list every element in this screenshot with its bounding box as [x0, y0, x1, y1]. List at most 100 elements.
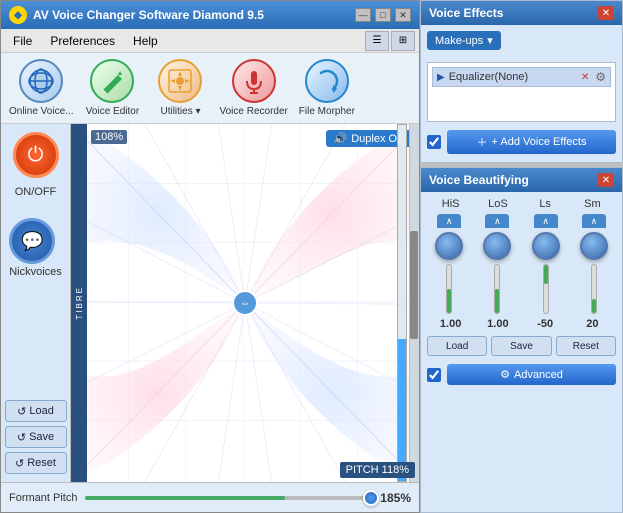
voice-beautifying-close-button[interactable]: ✕ [598, 173, 614, 187]
slider-col-his: ∧ [428, 214, 470, 314]
icon-row: Online Voice... Voice Editor Utilities ▾… [1, 53, 419, 124]
add-effects-checkbox[interactable] [427, 135, 441, 149]
his-value: 1.00 [430, 318, 472, 330]
formant-slider-thumb[interactable] [363, 490, 379, 506]
formant-pitch-bar: Formant Pitch 185% [1, 482, 419, 512]
los-value: 1.00 [477, 318, 519, 330]
ls-value: -50 [524, 318, 566, 330]
voice-beautifying-panel: Voice Beautifying ✕ HiS LoS Ls Sm ∧ [420, 167, 623, 513]
effect-settings-button[interactable]: ⚙ [595, 70, 606, 84]
sm-knob[interactable] [580, 232, 608, 260]
slider-col-sm: ∧ [573, 214, 615, 314]
ls-slider-fill [544, 265, 548, 284]
formant-slider-track[interactable] [85, 496, 371, 500]
load-button[interactable]: ↺ Load [5, 400, 67, 422]
close-button[interactable]: ✕ [395, 8, 411, 22]
tibre-label: TIBRE [71, 124, 87, 482]
file-morpher-label: File Morpher [299, 106, 355, 117]
morph-scrollbar[interactable] [409, 124, 419, 482]
morph-handle[interactable]: ⇔ [232, 290, 258, 316]
voice-beautifying-title-bar: Voice Beautifying ✕ [421, 168, 622, 192]
ls-knob[interactable] [532, 232, 560, 260]
main-content: ⏻ ON/OFF 💬 Nickvoices ↺ Load ↺ Save ↺ Re… [1, 124, 419, 482]
beautify-load-button[interactable]: Load [427, 336, 487, 356]
left-panel: ⏻ ON/OFF 💬 Nickvoices ↺ Load ↺ Save ↺ Re… [1, 124, 71, 482]
voice-effects-body: Make-ups ▾ ▶ Equalizer(None) ✕ ⚙ ＋ + Add… [421, 25, 622, 162]
utilities-button[interactable]: Utilities ▾ [151, 59, 209, 117]
menu-help[interactable]: Help [125, 32, 166, 50]
beautify-save-button[interactable]: Save [491, 336, 551, 356]
tibre-percent-badge: 108% [91, 130, 127, 144]
slider-col-ls: ∧ [525, 214, 567, 314]
his-slider[interactable] [446, 264, 452, 314]
beautify-checkbox[interactable] [427, 368, 441, 382]
file-morpher-icon [305, 59, 349, 103]
advanced-icon: ⚙ [500, 368, 510, 381]
menu-preferences[interactable]: Preferences [42, 32, 123, 50]
add-voice-effects-button[interactable]: ＋ + Add Voice Effects [447, 130, 616, 154]
voice-beautifying-body: HiS LoS Ls Sm ∧ ∧ [421, 192, 622, 393]
utilities-icon [158, 59, 202, 103]
morph-area[interactable]: TIBRE 108% 🔊 Duplex ON ⇔ PITCH 118 [71, 124, 419, 482]
sliders-row: ∧ ∧ ∧ [427, 214, 616, 314]
los-slider[interactable] [494, 264, 500, 314]
window-controls: — □ ✕ [355, 8, 411, 22]
ls-up-button[interactable]: ∧ [534, 214, 558, 228]
duplex-icon: 🔊 [334, 132, 348, 145]
right-panels: Voice Effects ✕ Make-ups ▾ ▶ Equalizer(N… [420, 0, 623, 513]
voice-beautifying-title: Voice Beautifying [429, 173, 529, 187]
save-icon: ↺ [17, 431, 26, 444]
voice-recorder-icon [232, 59, 276, 103]
utilities-label: Utilities ▾ [160, 106, 200, 117]
sm-up-button[interactable]: ∧ [582, 214, 606, 228]
his-slider-fill [447, 289, 451, 313]
voice-recorder-button[interactable]: Voice Recorder [219, 59, 287, 117]
online-voice-button[interactable]: Online Voice... [9, 59, 73, 117]
main-window: ◆ AV Voice Changer Software Diamond 9.5 … [0, 0, 420, 513]
file-morpher-button[interactable]: File Morpher [298, 59, 356, 117]
slider-col-los: ∧ [476, 214, 518, 314]
values-row: 1.00 1.00 -50 20 [427, 318, 616, 330]
view-btn-1[interactable]: ☰ [365, 31, 389, 51]
los-up-button[interactable]: ∧ [485, 214, 509, 228]
voice-effects-title: Voice Effects [429, 6, 503, 20]
menu-bar: File Preferences Help ☰ ⊞ [1, 29, 419, 53]
nickvoice-section: 💬 Nickvoices [9, 218, 62, 278]
makeup-dropdown[interactable]: Make-ups ▾ [427, 31, 501, 50]
online-voice-icon [19, 59, 63, 103]
add-icon: ＋ [477, 134, 488, 150]
title-bar: ◆ AV Voice Changer Software Diamond 9.5 … [1, 1, 419, 29]
beautify-footer: Load Save Reset [427, 336, 616, 356]
power-button[interactable]: ⏻ [13, 132, 59, 178]
menu-file[interactable]: File [5, 32, 40, 50]
effect-name: Equalizer(None) [449, 71, 575, 83]
load-icon: ↺ [17, 405, 26, 418]
effects-list: ▶ Equalizer(None) ✕ ⚙ [427, 62, 616, 122]
col-label-his: HiS [430, 198, 472, 210]
ls-slider[interactable] [543, 264, 549, 314]
reset-button[interactable]: ↺ Reset [5, 452, 67, 474]
advanced-button[interactable]: ⚙ Advanced [447, 364, 616, 385]
add-effects-row: ＋ + Add Voice Effects [427, 128, 616, 156]
beautify-reset-button[interactable]: Reset [556, 336, 616, 356]
nickvoice-button[interactable]: 💬 [9, 218, 55, 264]
drag-arrows: ⇔ [240, 298, 250, 309]
col-label-los: LoS [477, 198, 519, 210]
minimize-button[interactable]: — [355, 8, 371, 22]
volume-fill [398, 339, 406, 481]
col-label-ls: Ls [524, 198, 566, 210]
view-btn-2[interactable]: ⊞ [391, 31, 415, 51]
his-up-button[interactable]: ∧ [437, 214, 461, 228]
scroll-thumb[interactable] [410, 231, 418, 338]
his-knob[interactable] [435, 232, 463, 260]
los-slider-fill [495, 289, 499, 313]
voice-effects-close-button[interactable]: ✕ [598, 6, 614, 20]
maximize-button[interactable]: □ [375, 8, 391, 22]
los-knob[interactable] [483, 232, 511, 260]
voice-editor-icon [90, 59, 134, 103]
voice-editor-button[interactable]: Voice Editor [83, 59, 141, 117]
sm-slider[interactable] [591, 264, 597, 314]
toolbar-view-buttons: ☰ ⊞ [365, 31, 415, 51]
save-button[interactable]: ↺ Save [5, 426, 67, 448]
effect-remove-button[interactable]: ✕ [579, 72, 591, 83]
